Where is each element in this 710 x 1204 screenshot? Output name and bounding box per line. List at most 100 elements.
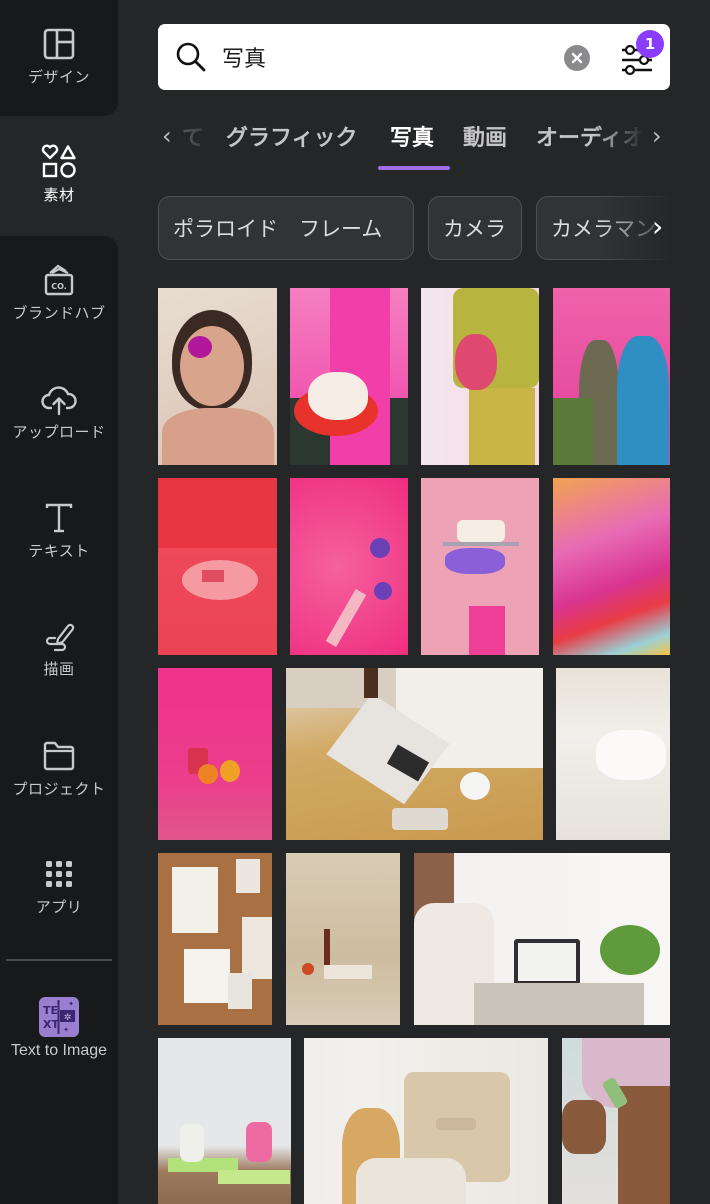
svg-text:✦: ✦: [63, 1026, 69, 1034]
photo-content-shape: [436, 1118, 476, 1130]
sidebar-item-label: プロジェクト: [12, 780, 106, 798]
sidebar-item-label: デザイン: [27, 68, 90, 86]
photo-tile[interactable]: [414, 853, 670, 1025]
sidebar-item-label: テキスト: [28, 542, 90, 560]
layout-icon: [41, 26, 77, 62]
sidebar-item-label: 描画: [43, 660, 75, 678]
category-tabs: ‹ て グラフィック 写真 動画 オーディオ ›: [158, 112, 670, 172]
sidebar-item-label: アップロード: [12, 423, 106, 441]
photo-content-shape: [188, 336, 212, 358]
chip-cameraman[interactable]: カメラマン: [536, 196, 670, 260]
photo-content-shape: [302, 963, 314, 975]
photo-content-shape: [162, 408, 274, 465]
photo-content-shape: [324, 965, 372, 979]
photo-content-shape: [518, 943, 576, 981]
sidebar-item-brand-hub[interactable]: CO. ブランドハブ: [0, 262, 118, 323]
photo-content-shape: [392, 808, 448, 830]
photo-content-shape: [184, 949, 230, 1003]
photo-content-shape: [180, 1124, 204, 1162]
search-icon: [174, 40, 208, 78]
photo-content-shape: [469, 388, 535, 465]
photo-tile[interactable]: [158, 668, 272, 840]
photo-content-shape: [308, 372, 368, 420]
sidebar-item-uploads[interactable]: アップロード: [0, 381, 118, 442]
photo-content-shape: [600, 925, 660, 975]
photo-content-shape: [553, 398, 593, 465]
photo-content-shape: [246, 1122, 272, 1162]
tabs-prev-arrow[interactable]: ‹: [162, 122, 172, 150]
photo-content-shape: [374, 582, 392, 600]
photo-content-shape: [460, 772, 490, 800]
photo-tile[interactable]: [562, 1038, 670, 1204]
photo-content-shape: [202, 570, 224, 582]
sidebar-item-elements[interactable]: 素材: [0, 144, 118, 205]
sidebar-divider: [6, 959, 112, 961]
photo-content-shape: [180, 326, 244, 406]
photo-content-shape: [220, 760, 240, 782]
photo-tile[interactable]: [286, 853, 400, 1025]
photo-tile[interactable]: [290, 478, 408, 655]
tab-partial-previous[interactable]: て: [182, 120, 204, 152]
photo-tile[interactable]: [158, 478, 277, 655]
sidebar-item-draw[interactable]: 描画: [0, 618, 118, 679]
chevron-right-icon[interactable]: ›: [652, 210, 663, 243]
sidebar-item-text[interactable]: テキスト: [0, 500, 118, 561]
photo-content-shape: [356, 1158, 466, 1204]
svg-text:✲: ✲: [64, 1013, 72, 1023]
photo-content-shape: [370, 538, 390, 558]
photo-content-shape: [218, 1170, 290, 1184]
active-tab-indicator: [378, 166, 450, 170]
photo-content-shape: [364, 668, 378, 698]
photo-tile[interactable]: [290, 288, 408, 465]
chip-camera[interactable]: カメラ: [428, 196, 522, 260]
sidebar-item-label: ブランドハブ: [12, 304, 106, 322]
photo-tile[interactable]: [286, 668, 543, 840]
photo-content-shape: [198, 764, 218, 784]
sidebar-item-design[interactable]: デザイン: [0, 26, 118, 87]
sidebar-item-apps[interactable]: アプリ: [0, 856, 118, 917]
sidebar-item-label: Text to Image: [10, 1042, 108, 1059]
sidebar-item-projects[interactable]: プロジェクト: [0, 738, 118, 799]
svg-text:XT: XT: [43, 1018, 59, 1031]
photo-content-shape: [474, 983, 644, 1025]
photo-content-shape: [228, 973, 252, 1009]
photo-tile[interactable]: [556, 668, 670, 840]
sidebar: デザイン 素材 CO. ブランドハブ アップロード テキスト 描画 プロジェクト…: [0, 0, 118, 1204]
svg-text:CO.: CO.: [51, 282, 67, 291]
tab-graphics[interactable]: グラフィック: [226, 120, 358, 152]
search-bar: [158, 24, 670, 90]
photo-content-shape: [455, 334, 497, 390]
photo-content-shape: [469, 606, 505, 655]
photo-content-shape: [596, 730, 666, 780]
draw-icon: [41, 618, 77, 654]
brand-hub-icon: CO.: [41, 262, 77, 298]
apps-grid-icon: [41, 856, 77, 892]
tabs-next-arrow[interactable]: ›: [652, 122, 662, 150]
folder-icon: [41, 738, 77, 774]
photo-tile[interactable]: [421, 288, 539, 465]
photo-tile[interactable]: [421, 478, 539, 655]
photo-content-shape: [242, 917, 272, 979]
sidebar-item-text-to-image[interactable]: TE XT ✲ ✦ ✦ Text to Image: [0, 996, 118, 1060]
photo-tile[interactable]: [158, 1038, 291, 1204]
photo-content-shape: [236, 859, 260, 893]
elements-shapes-icon: [41, 144, 77, 180]
photo-tile[interactable]: [553, 288, 670, 465]
search-input[interactable]: [222, 38, 602, 76]
suggestion-chips: ポラロイド フレーム カメラ カメラマン ›: [158, 196, 670, 262]
photo-tile[interactable]: [553, 478, 670, 655]
chip-polaroid-frame[interactable]: ポラロイド フレーム: [158, 196, 414, 260]
photo-tile[interactable]: [304, 1038, 548, 1204]
photo-content-shape: [172, 867, 218, 933]
photo-tile[interactable]: [158, 853, 272, 1025]
text-to-image-app-icon: TE XT ✲ ✦ ✦: [38, 996, 80, 1038]
tab-audio[interactable]: オーディオ: [536, 120, 644, 152]
svg-text:✦: ✦: [68, 1000, 74, 1008]
tab-videos[interactable]: 動画: [463, 120, 507, 152]
photo-tile[interactable]: [158, 288, 277, 465]
photo-content-shape: [324, 929, 330, 969]
photo-content-shape: [457, 520, 505, 542]
tab-photos[interactable]: 写真: [390, 120, 434, 152]
clear-search-button[interactable]: [564, 45, 590, 71]
cloud-upload-icon: [41, 381, 77, 417]
